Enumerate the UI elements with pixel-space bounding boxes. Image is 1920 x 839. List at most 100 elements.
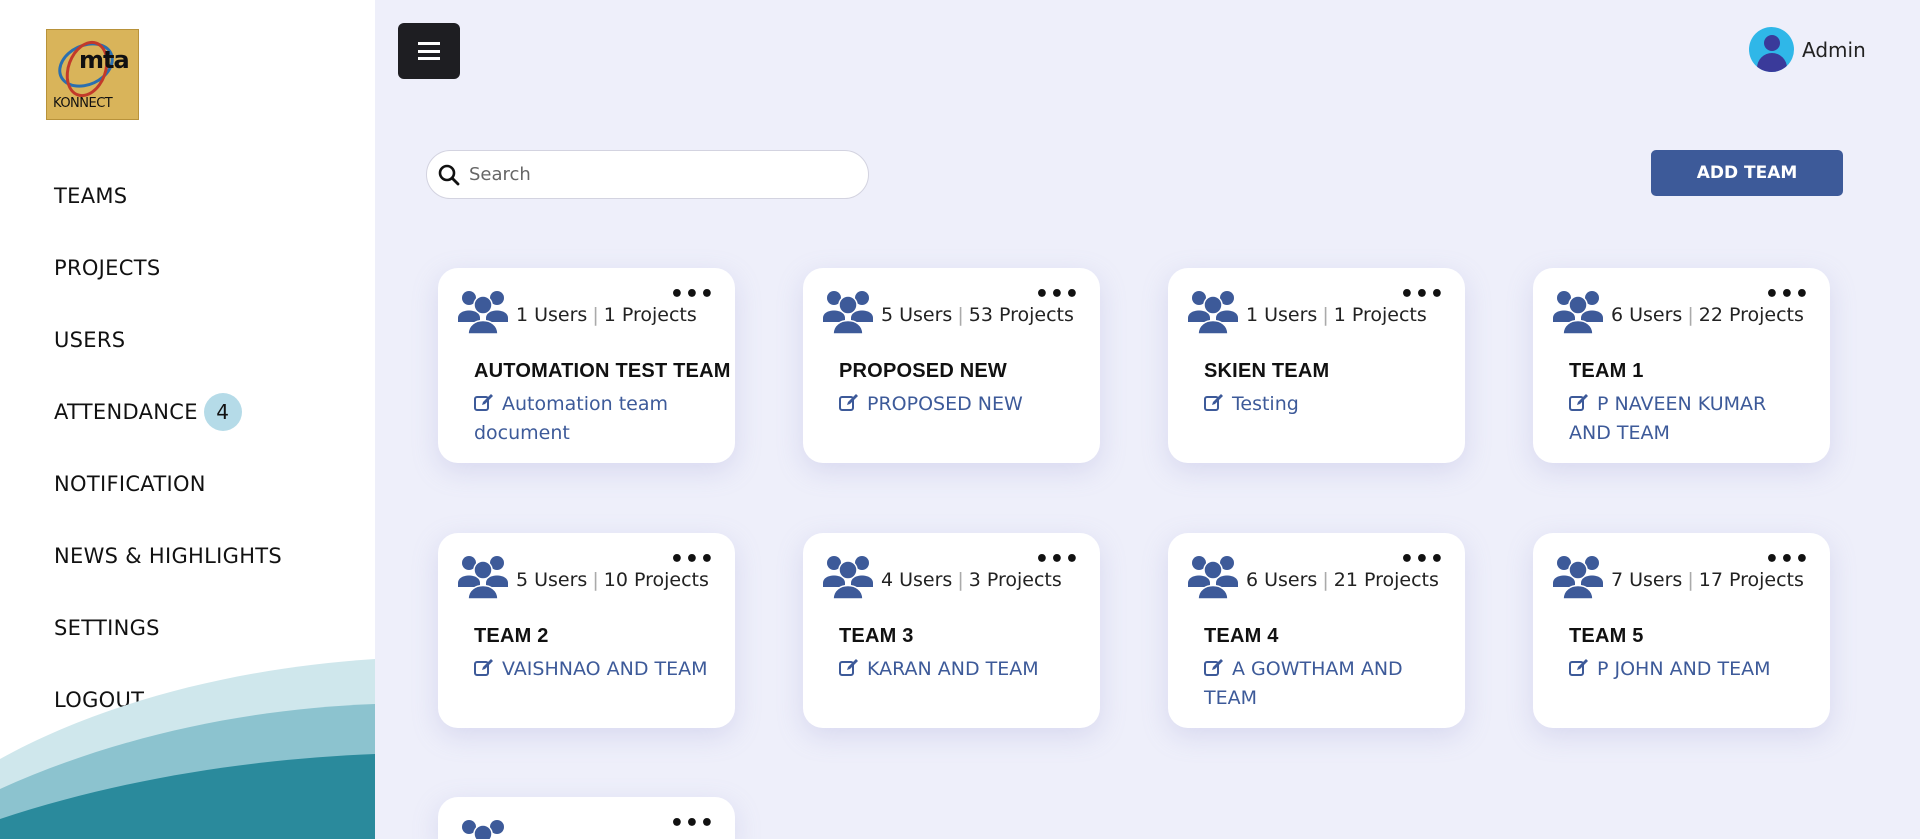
team-users-count: 1 Users [1246,304,1318,326]
team-projects-count: 22 Projects [1698,304,1804,326]
team-card[interactable]: 5 Users | 10 Projects ••• TEAM 2 VAISHNAO … [438,533,735,728]
edit-icon [839,659,858,676]
team-description[interactable]: A GOWTHAM AND TEAM [1204,655,1444,713]
team-users-count: 6 Users [1246,569,1318,591]
more-dots-icon[interactable]: ••• [1400,549,1445,571]
sidebar-item-notification[interactable]: NOTIFICATION [54,448,282,520]
team-description-text: KARAN AND TEAM [867,658,1039,680]
add-team-button[interactable]: ADD TEAM [1651,150,1843,196]
team-card[interactable]: ••• [438,797,735,839]
sidebar-item-label: PROJECTS [54,256,161,280]
team-description[interactable]: KARAN AND TEAM [839,655,1079,684]
team-users-count: 5 Users [881,304,953,326]
menu-toggle-button[interactable] [398,23,460,79]
edit-icon [1569,659,1588,676]
team-stats: 6 Users | 22 Projects [1611,304,1804,326]
users-group-icon [1188,556,1238,600]
search-input[interactable] [469,164,829,185]
sidebar-item-projects[interactable]: PROJECTS [54,232,282,304]
team-projects-count: 21 Projects [1333,569,1439,591]
sidebar-item-label: USERS [54,328,126,352]
more-dots-icon[interactable]: ••• [1765,549,1810,571]
team-name: TEAM 1 [1569,360,1644,382]
users-group-icon [1553,556,1603,600]
users-group-icon [1553,291,1603,335]
user-name: Admin [1802,37,1866,62]
team-description[interactable]: P NAVEEN KUMAR AND TEAM [1569,390,1809,448]
edit-icon [474,659,493,676]
sidebar-item-label: TEAMS [54,184,128,208]
team-stats: 1 Users | 1 Projects [516,304,697,326]
logo-sub-text: KONNECT [53,96,113,111]
edit-icon [474,394,493,411]
logo-brand-text: mta [79,46,130,74]
team-description[interactable]: VAISHNAO AND TEAM [474,655,714,684]
team-stats: 4 Users | 3 Projects [881,569,1062,591]
team-card[interactable]: 5 Users | 53 Projects ••• PROPOSED NEW PRO… [803,268,1100,463]
edit-icon [839,394,858,411]
team-description[interactable]: Testing [1204,390,1444,419]
users-group-icon [458,291,508,335]
team-card[interactable]: 1 Users | 1 Projects ••• SKIEN TEAM Testin… [1168,268,1465,463]
team-users-count: 5 Users [516,569,588,591]
team-card[interactable]: 6 Users | 22 Projects ••• TEAM 1 P NAVEEN … [1533,268,1830,463]
team-users-count: 7 Users [1611,569,1683,591]
sidebar-item-label: NOTIFICATION [54,472,206,496]
search-icon [438,164,460,185]
user-menu[interactable]: Admin [1749,27,1866,72]
sidebar: mta KONNECT TEAMS PROJECTS USERS ATTENDA… [0,0,375,839]
team-name: TEAM 2 [474,625,549,647]
team-description[interactable]: PROPOSED NEW [839,390,1079,419]
edit-icon [1204,394,1223,411]
team-projects-count: 1 Projects [603,304,697,326]
team-name: AUTOMATION TEST TEAM [474,360,731,382]
team-stats: 1 Users | 1 Projects [1246,304,1427,326]
team-projects-count: 3 Projects [968,569,1062,591]
sidebar-item-attendance[interactable]: ATTENDANCE 4 [54,376,282,448]
search-bar [426,150,869,199]
team-card[interactable]: 7 Users | 17 Projects ••• TEAM 5 P JOHN AN… [1533,533,1830,728]
sidebar-item-teams[interactable]: TEAMS [54,160,282,232]
team-card[interactable]: 6 Users | 21 Projects ••• TEAM 4 A GOWTHAM… [1168,533,1465,728]
team-stats: 5 Users | 53 Projects [881,304,1074,326]
more-dots-icon[interactable]: ••• [1035,549,1080,571]
more-dots-icon[interactable]: ••• [1035,284,1080,306]
hamburger-icon [418,42,440,60]
team-description-text: PROPOSED NEW [867,393,1023,415]
more-dots-icon[interactable]: ••• [670,549,715,571]
sidebar-item-label: SETTINGS [54,616,160,640]
team-description-text: VAISHNAO AND TEAM [502,658,708,680]
team-stats: 7 Users | 17 Projects [1611,569,1804,591]
team-name: SKIEN TEAM [1204,360,1330,382]
team-card[interactable]: 1 Users | 1 Projects ••• AUTOMATION TEST T… [438,268,735,463]
team-name: TEAM 4 [1204,625,1279,647]
logo[interactable]: mta KONNECT [46,29,139,120]
users-group-icon [462,820,504,839]
team-description-text: P JOHN AND TEAM [1597,658,1771,680]
sidebar-item-label: NEWS & HIGHLIGHTS [54,544,283,568]
team-projects-count: 17 Projects [1698,569,1804,591]
users-group-icon [823,291,873,335]
team-name: PROPOSED NEW [839,360,1007,382]
sidebar-item-news-highlights[interactable]: NEWS & HIGHLIGHTS [54,520,282,592]
users-group-icon [823,556,873,600]
more-dots-icon[interactable]: ••• [670,284,715,306]
users-group-icon [1188,291,1238,335]
sidebar-wave-decoration [0,659,375,839]
sidebar-item-label: ATTENDANCE [54,400,198,424]
team-description[interactable]: Automation team document [474,390,714,448]
team-users-count: 4 Users [881,569,953,591]
edit-icon [1204,659,1223,676]
team-stats: 6 Users | 21 Projects [1246,569,1439,591]
team-users-count: 1 Users [516,304,588,326]
team-card[interactable]: 4 Users | 3 Projects ••• TEAM 3 KARAN AND … [803,533,1100,728]
sidebar-item-users[interactable]: USERS [54,304,282,376]
team-description-text: Testing [1232,393,1299,415]
users-group-icon [458,556,508,600]
more-dots-icon[interactable]: ••• [1765,284,1810,306]
team-description[interactable]: P JOHN AND TEAM [1569,655,1809,684]
more-dots-icon[interactable]: ••• [670,813,715,835]
team-description-text: A GOWTHAM AND TEAM [1204,658,1403,709]
more-dots-icon[interactable]: ••• [1400,284,1445,306]
edit-icon [1569,394,1588,411]
